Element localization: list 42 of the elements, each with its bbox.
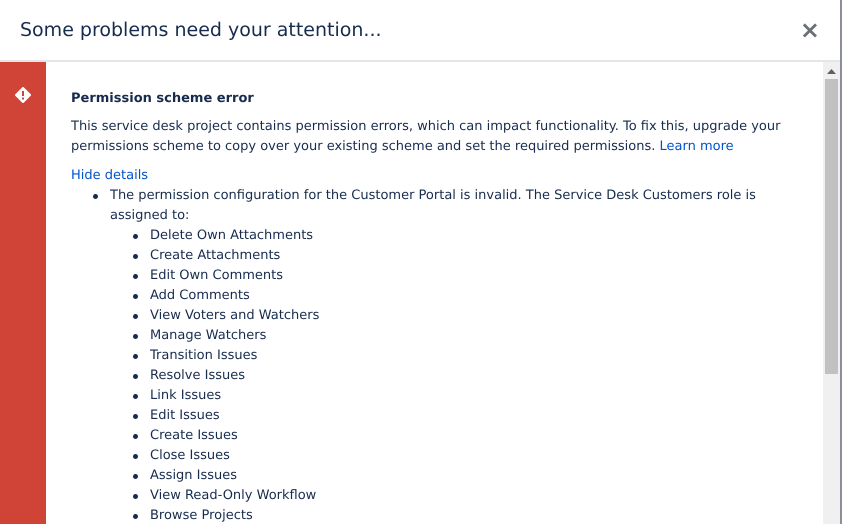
warning-icon [15,87,31,103]
list-item-text: Create Attachments [150,247,280,265]
bullet-icon [133,274,138,279]
bullet-icon [133,354,138,359]
learn-more-link[interactable]: Learn more [660,139,734,154]
list-item-text: Browse Projects [150,507,253,524]
bullet-icon [133,374,138,379]
bullet-icon [133,454,138,459]
bullet-icon [133,234,138,239]
dialog-title: Some problems need your attention... [20,18,382,43]
bullet-icon [133,414,138,419]
list-item-text: Close Issues [150,447,230,465]
bullet-icon [133,314,138,319]
list-item-text: Transition Issues [150,347,258,365]
list-item-text: Assign Issues [150,467,238,485]
scroll-thumb[interactable] [825,79,838,374]
message-title: Permission scheme error [71,90,255,108]
bullet-icon [133,254,138,259]
bullet-icon [133,334,138,339]
scrollbar[interactable] [823,62,840,524]
list-item-text: Link Issues [150,387,222,405]
list-item-text: Create Issues [150,427,238,445]
bullet-icon [133,514,138,519]
list-item-text: View Voters and Watchers [150,307,320,325]
list-item-text: Add Comments [150,287,250,305]
bullet-icon [133,434,138,439]
list-item-text: The permission configuration for the Customer Portal is invalid. The Service Desk Customers role is assigned to: [110,187,757,225]
bullet-icon [133,394,138,399]
close-button[interactable]: × [800,18,820,42]
hide-details-link[interactable]: Hide details [71,166,148,186]
list-item-text: View Read-Only Workflow [150,487,316,505]
list-item-text: Edit Own Comments [150,267,284,285]
bullet-icon [93,194,98,199]
scroll-up-icon[interactable] [827,69,836,74]
bullet-icon [133,294,138,299]
list-item-text: Edit Issues [150,407,220,425]
list-item-text: Manage Watchers [150,327,266,345]
message-text: This service desk project contains permission errors, which can impact functionality. To fix this, upgrade your permissions scheme to copy over your existing scheme and set the required permissions. Learn more [71,118,782,156]
list-item-text: Delete Own Attachments [150,227,314,245]
bullet-icon [133,474,138,479]
list-item-text: Resolve Issues [150,367,245,385]
bullet-icon [133,494,138,499]
